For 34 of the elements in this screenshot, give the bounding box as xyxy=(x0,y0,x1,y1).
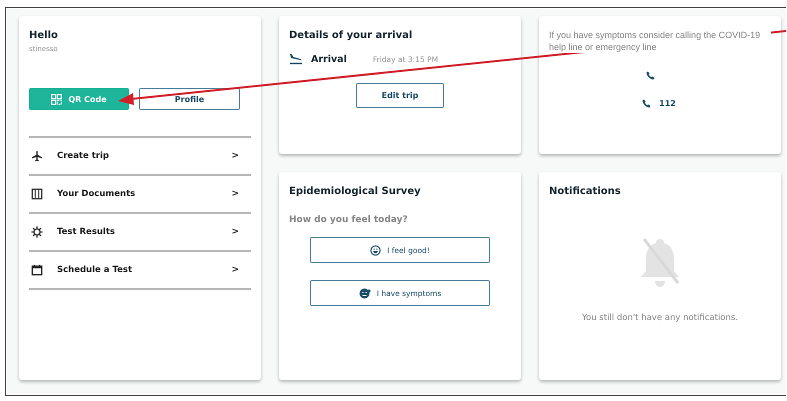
menu-label: Schedule a Test xyxy=(57,265,134,275)
phone-link[interactable]: 112 xyxy=(642,99,676,108)
menu-label: Create trip xyxy=(57,151,110,161)
chevron: > xyxy=(231,151,239,161)
calendar-icon xyxy=(31,264,43,276)
menu-item[interactable]: Your Documents > xyxy=(29,176,251,214)
empty-message: You still don't have any notifications. xyxy=(582,313,738,323)
phone-icon xyxy=(642,99,652,108)
chevron: > xyxy=(231,189,239,199)
menu-label: Your Documents xyxy=(57,189,136,199)
menu-item[interactable]: Test Results > xyxy=(29,214,251,252)
phone-icon[interactable] xyxy=(646,71,654,80)
plane-landing-icon xyxy=(289,53,303,65)
help-text: If you have symptoms consider calling the COVID-19 help line or emergency line xyxy=(549,30,771,54)
card-title: Details of your arrival xyxy=(289,30,414,41)
menu-item[interactable]: Create trip > xyxy=(29,138,251,176)
document-icon xyxy=(31,188,43,200)
qr-code-icon xyxy=(51,94,62,104)
card-title: Epidemiological Survey xyxy=(289,186,422,197)
sick-face-icon xyxy=(358,288,371,298)
profile-button[interactable]: Profile xyxy=(139,88,240,110)
gear-icon xyxy=(31,226,43,238)
menu-item[interactable]: Schedule a Test > xyxy=(29,252,251,290)
chevron: > xyxy=(231,227,239,237)
phone-number: 112 xyxy=(659,99,676,108)
edit-trip-button[interactable]: Edit trip xyxy=(356,83,444,108)
chevron: > xyxy=(231,265,239,275)
arrival-label: Arrival xyxy=(311,54,347,64)
plane-icon xyxy=(31,150,43,162)
card-title: Notifications xyxy=(549,186,621,197)
smiley-icon xyxy=(370,244,382,256)
menu-label: Test Results xyxy=(57,227,116,237)
greeting: Hello xyxy=(29,30,59,41)
survey-question: How do you feel today? xyxy=(289,215,409,225)
